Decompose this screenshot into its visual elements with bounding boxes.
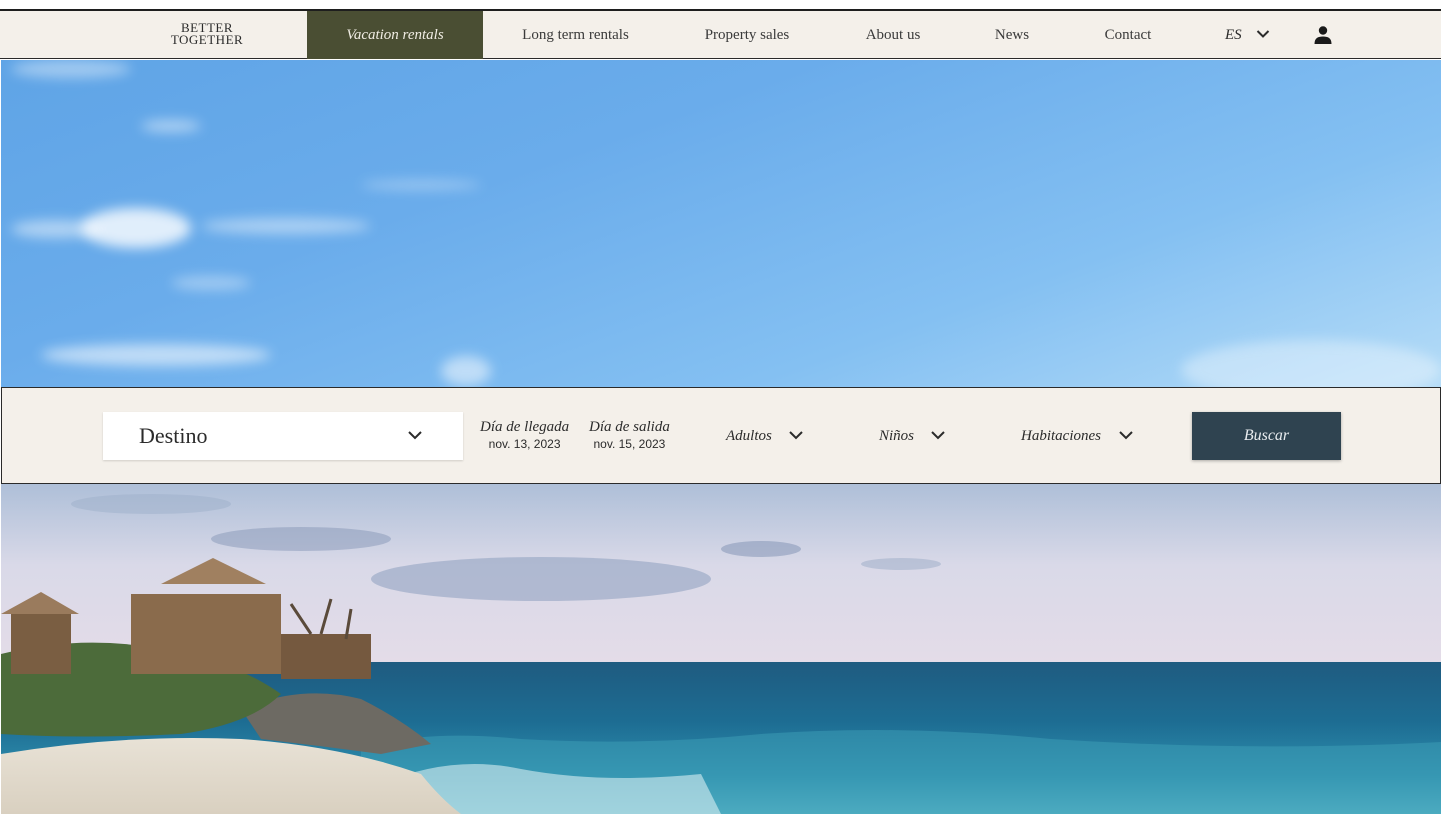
nav-item-vacation-rentals[interactable]: Vacation rentals [307, 11, 483, 59]
language-label: ES [1225, 27, 1242, 43]
search-button[interactable]: Buscar [1192, 412, 1341, 460]
nav-item-about-us[interactable]: About us [850, 11, 936, 59]
arrival-date-value: nov. 13, 2023 [488, 437, 561, 451]
logo-line-2: TOGETHER [170, 32, 244, 47]
nav-item-contact[interactable]: Contact [1090, 11, 1166, 59]
chevron-down-icon [931, 431, 945, 440]
children-label: Niños [879, 428, 915, 444]
adults-label: Adultos [726, 428, 772, 444]
adults-select[interactable]: Adultos [726, 412, 816, 460]
nav-item-news[interactable]: News [984, 11, 1040, 59]
rooms-select[interactable]: Habitaciones [1021, 412, 1146, 460]
chevron-down-icon [789, 431, 803, 440]
chevron-down-icon [1256, 30, 1270, 38]
nav-item-long-term-rentals[interactable]: Long term rentals [505, 11, 646, 59]
logo[interactable]: BETTER TOGETHER [168, 21, 246, 47]
top-navigation: BETTER TOGETHER Vacation rentals Long te… [0, 11, 1441, 59]
chevron-down-icon [408, 431, 422, 440]
user-icon[interactable] [1313, 25, 1333, 45]
children-select[interactable]: Niños [879, 412, 959, 460]
departure-date-field[interactable]: Día de salida nov. 15, 2023 [589, 418, 670, 452]
destination-label: Destino [139, 423, 208, 448]
rooms-label: Habitaciones [1021, 428, 1101, 444]
arrival-date-field[interactable]: Día de llegada nov. 13, 2023 [480, 418, 569, 452]
search-bar: Destino Día de llegada nov. 13, 2023 Día… [1, 387, 1441, 484]
nav-item-property-sales[interactable]: Property sales [690, 11, 804, 59]
chevron-down-icon [1119, 431, 1133, 440]
hero-beach-image [1, 484, 1441, 814]
hero-sky-image [1, 60, 1441, 388]
arrival-date-label: Día de llegada [480, 419, 570, 435]
page: BETTER TOGETHER Vacation rentals Long te… [0, 0, 1441, 814]
destination-select[interactable]: Destino [103, 412, 463, 460]
departure-date-value: nov. 15, 2023 [593, 437, 666, 451]
departure-date-label: Día de salida [589, 419, 670, 435]
language-selector[interactable]: ES [1225, 11, 1270, 59]
